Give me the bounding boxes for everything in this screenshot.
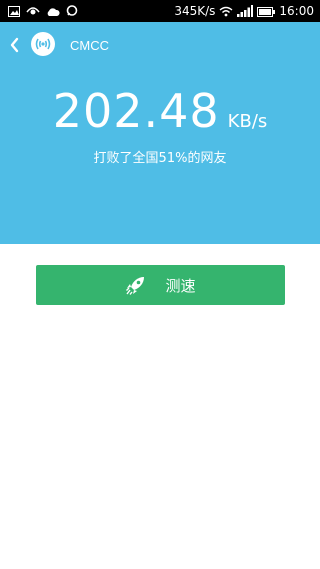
rocket-icon	[124, 273, 148, 297]
cloud-icon	[46, 2, 60, 21]
battery-icon	[257, 2, 276, 21]
clock-time: 16:00	[279, 4, 314, 18]
eye-icon	[26, 2, 40, 21]
signal-icon	[237, 2, 254, 21]
speed-value: 202.48	[52, 84, 220, 138]
ranking-note: 打败了全国51%的网友	[93, 151, 227, 166]
back-arrow-icon[interactable]	[8, 36, 22, 54]
chat-icon	[66, 2, 78, 21]
wifi-icon	[219, 2, 233, 21]
status-right: 345K/s 16:00	[170, 2, 314, 21]
speed-readout: 202.48 KB/s	[0, 84, 320, 138]
speed-test-label: 测速	[165, 276, 196, 295]
status-bar: 345K/s 16:00	[0, 0, 320, 22]
status-left	[8, 2, 84, 21]
network-name: CMCC	[70, 38, 109, 53]
speed-test-button[interactable]: 测速	[36, 265, 285, 305]
net-speed-text: 345K/s	[174, 4, 216, 18]
speed-result-panel: CMCC 202.48 KB/s 打败了全国51%的网友	[0, 22, 320, 244]
image-icon	[8, 2, 20, 21]
speed-unit: KB/s	[227, 111, 268, 132]
wifi-hotspot-icon	[31, 32, 55, 56]
